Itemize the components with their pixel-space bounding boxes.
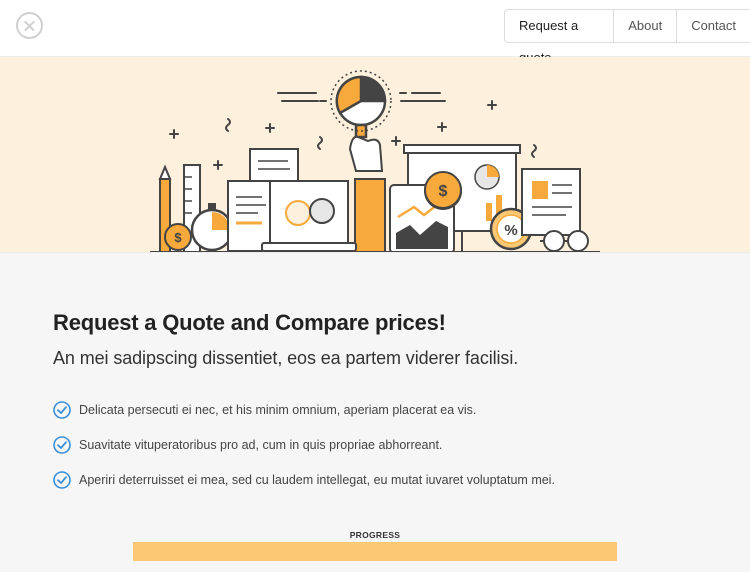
feature-text: Suavitate vituperatoribus pro ad, cum in…	[79, 438, 443, 452]
check-circle-icon	[53, 471, 71, 489]
progress-fill	[133, 542, 617, 561]
feature-text: Aperiri deterruisset ei mea, sed cu laud…	[79, 473, 555, 487]
feature-text: Delicata persecuti ei nec, et his minim …	[79, 403, 477, 417]
feature-list: Delicata persecuti ei nec, et his minim …	[53, 399, 713, 491]
page-subtitle: An mei sadipscing dissentiet, eos ea par…	[53, 348, 519, 368]
hero-banner: $ $ %	[0, 57, 750, 253]
finance-analytics-illustration: $ $ %	[150, 70, 600, 252]
feature-item: Suavitate vituperatoribus pro ad, cum in…	[53, 434, 713, 456]
nav-request-quote[interactable]: Request a quote	[505, 10, 615, 65]
feature-item: Delicata persecuti ei nec, et his minim …	[53, 399, 713, 421]
feature-item: Aperiri deterruisset ei mea, sed cu laud…	[53, 469, 713, 491]
check-circle-icon	[53, 401, 71, 419]
close-icon[interactable]	[16, 12, 43, 39]
progress-label: PROGRESS	[349, 530, 401, 540]
svg-text:$: $	[439, 183, 448, 200]
top-nav: Request a quote About Contact	[504, 9, 750, 65]
page-title: Request a Quote and Compare prices!	[53, 310, 446, 335]
check-circle-icon	[53, 436, 71, 454]
nav-contact[interactable]: Contact	[677, 10, 750, 42]
svg-text:$: $	[174, 230, 182, 245]
top-bar: Request a quote About Contact	[0, 0, 750, 65]
svg-text:%: %	[504, 222, 517, 239]
nav-about[interactable]: About	[614, 10, 678, 42]
progress-bar	[133, 542, 617, 561]
main-content: Request a Quote and Compare prices! An m…	[53, 310, 713, 504]
